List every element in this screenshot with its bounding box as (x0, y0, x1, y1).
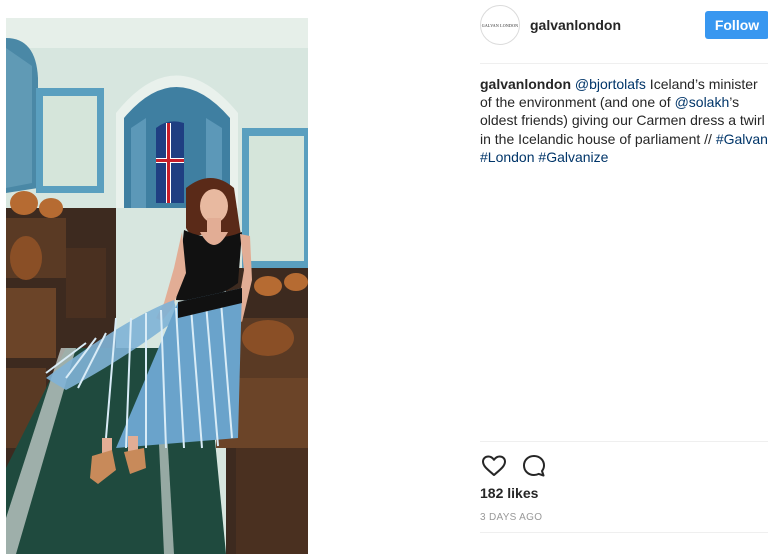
hashtag-galvanize[interactable]: #Galvanize (538, 149, 608, 165)
caption-author[interactable]: galvanlondon (480, 76, 571, 92)
mention-bjortolafs[interactable]: @bjortolafs (575, 76, 646, 92)
heart-icon[interactable] (480, 452, 508, 480)
likes-count[interactable]: 182 likes (480, 485, 538, 501)
post-header: GALVAN LONDON galvanlondon Follow (480, 5, 768, 47)
hashtag-london[interactable]: #London (480, 149, 535, 165)
avatar[interactable]: GALVAN LONDON (480, 5, 520, 45)
post-date: 3 DAYS AGO (480, 512, 543, 523)
header-divider (480, 63, 768, 64)
actions-divider (480, 441, 768, 442)
post-image[interactable] (6, 18, 308, 554)
avatar-text: GALVAN LONDON (481, 22, 519, 28)
mention-solakh[interactable]: @solakh (675, 94, 730, 110)
comment-divider (480, 532, 768, 533)
photo-illustration (6, 18, 308, 554)
action-bar (480, 452, 600, 480)
hashtag-galvan[interactable]: #Galvan (716, 131, 768, 147)
follow-button[interactable]: Follow (705, 11, 768, 39)
caption: galvanlondon @bjortolafs Iceland’s minis… (480, 75, 768, 166)
username[interactable]: galvanlondon (530, 17, 621, 33)
comment-icon[interactable] (520, 452, 548, 480)
